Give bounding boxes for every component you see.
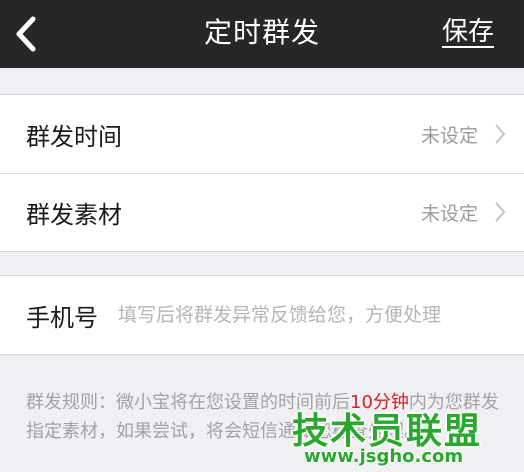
rules-text: 群发规则：微小宝将在您设置的时间前后10分钟内为您群发指定素材，如果尝试，将会短… [26, 388, 504, 446]
settings-group: 群发时间 未设定 群发素材 未设定 [0, 94, 524, 252]
save-button[interactable]: 保存 [442, 0, 494, 68]
row-send-time[interactable]: 群发时间 未设定 [0, 95, 524, 173]
chevron-right-icon [495, 202, 506, 222]
send-material-label: 群发素材 [26, 200, 122, 229]
row-phone: 手机号 [0, 276, 524, 354]
navbar: 定时群发 保存 [0, 0, 524, 68]
phone-input[interactable] [118, 304, 514, 326]
send-material-value: 未设定 [420, 202, 478, 225]
rules-part1: 群发规则：微小宝将在您设置的时间前后 [26, 392, 350, 413]
send-time-label: 群发时间 [26, 122, 122, 151]
rules-highlight: 10分钟 [350, 392, 409, 413]
phone-label: 手机号 [26, 303, 98, 332]
row-send-material[interactable]: 群发素材 未设定 [0, 173, 524, 251]
watermark-url: www.jsgho.com [304, 446, 464, 467]
send-time-value: 未设定 [420, 124, 478, 147]
rules-part3: ，将会短信通知您检查处理。 [188, 421, 422, 442]
phone-group: 手机号 [0, 275, 524, 355]
chevron-right-icon [495, 124, 506, 144]
